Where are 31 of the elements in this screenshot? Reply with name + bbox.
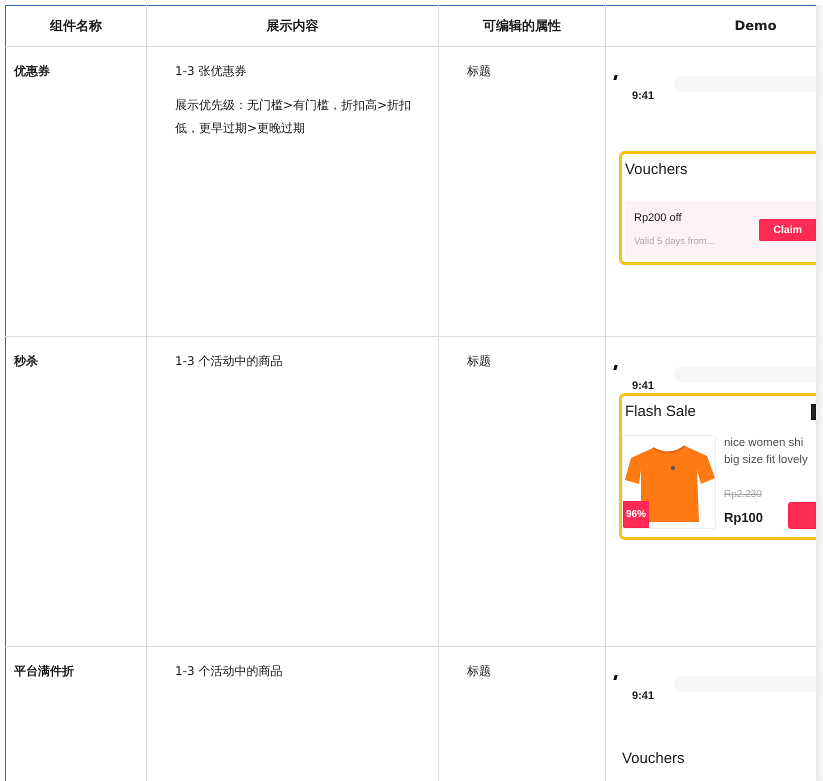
attribute-text: 标题: [467, 664, 491, 678]
product-name: nice women shi big size fit lovely: [724, 436, 809, 468]
buy-button[interactable]: [788, 502, 816, 529]
product-price: Rp100: [724, 509, 764, 527]
voucher-validity: Valid 5 days from...: [634, 235, 716, 249]
component-name: 优惠券: [14, 64, 50, 78]
card-title: Vouchers: [624, 160, 689, 180]
column-header: 可编辑的属性: [438, 6, 606, 46]
claim-button[interactable]: Claim: [759, 219, 816, 241]
content-text: 1-3 个活动中的商品: [175, 663, 284, 680]
corner-mark: [613, 365, 618, 370]
attribute-text: 标题: [467, 64, 491, 78]
original-price: Rp2.230: [724, 488, 763, 502]
status-time: 9:41: [632, 89, 654, 104]
voucher-amount: Rp200 off: [634, 211, 683, 226]
content-text: 展示优先级：无门槛>有门槛，折扣高>折扣低，更早过期>更晚过期: [175, 97, 412, 137]
card-title: Vouchers: [621, 749, 686, 769]
attribute-text: 标题: [467, 354, 491, 368]
column-header: 展示内容: [146, 6, 438, 46]
content-text: 1-3 张优惠券: [175, 63, 248, 80]
content-text: 1-3 个活动中的商品: [175, 353, 284, 370]
column-header: 组件名称: [6, 6, 146, 46]
header-icon: [811, 404, 816, 420]
status-time: 9:41: [632, 689, 654, 704]
status-time: 9:41: [632, 379, 654, 394]
corner-mark: [613, 75, 618, 80]
component-name: 秒杀: [14, 354, 38, 368]
component-name: 平台满件折: [14, 664, 74, 678]
discount-badge: 96%: [623, 501, 650, 528]
corner-mark: [613, 675, 618, 680]
card-title: Flash Sale: [624, 402, 697, 422]
